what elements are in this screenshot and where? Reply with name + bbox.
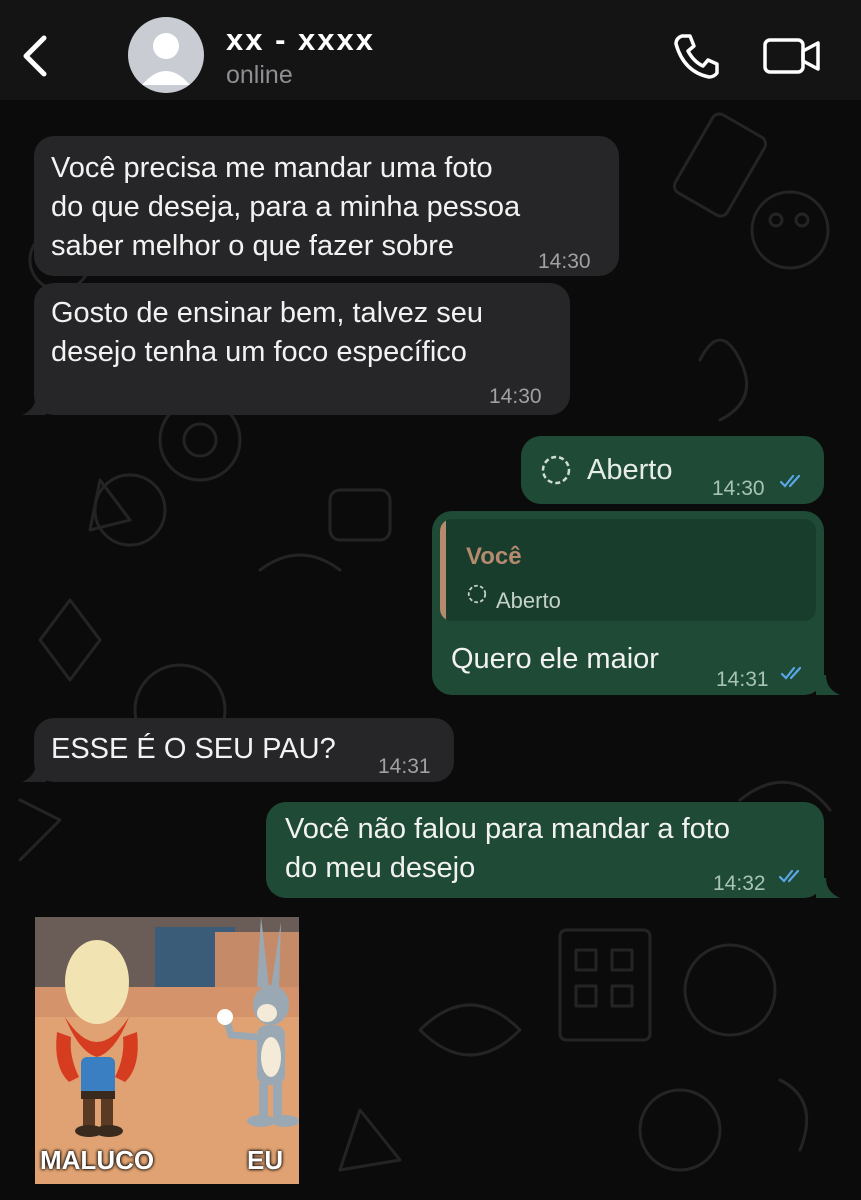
outgoing-message[interactable]: Aberto 14:30 xyxy=(521,436,824,504)
sticker-caption-right: EU xyxy=(247,1145,284,1175)
message-time: 14:31 xyxy=(716,668,769,691)
cartoon-illustration xyxy=(35,917,299,1184)
chat-area[interactable]: Você precisa me mandar uma foto do que d… xyxy=(0,100,861,1200)
incoming-message[interactable]: Gosto de ensinar bem, talvez seu desejo … xyxy=(34,283,570,415)
message-text: ESSE É O SEU PAU? xyxy=(51,733,336,765)
incoming-message[interactable]: ESSE É O SEU PAU? 14:31 xyxy=(34,718,454,782)
outgoing-message[interactable]: Você não falou para mandar a foto do meu… xyxy=(266,802,824,898)
message-time: 14:30 xyxy=(538,250,591,273)
avatar-placeholder-icon xyxy=(142,33,190,85)
avatar[interactable] xyxy=(128,17,204,93)
bubble-tail xyxy=(816,675,840,695)
double-check-icon xyxy=(780,666,802,680)
message-text: Aberto xyxy=(587,454,673,486)
contact-name[interactable]: xx - xxxx xyxy=(226,22,375,58)
bubble-tail xyxy=(816,878,840,898)
incoming-message[interactable]: Você precisa me mandar uma foto do que d… xyxy=(34,136,619,276)
message-time: 14:31 xyxy=(378,755,431,778)
sticker-image[interactable]: MALUCO EU xyxy=(35,917,299,1184)
double-check-icon xyxy=(778,869,800,883)
message-time: 14:32 xyxy=(713,872,766,895)
outgoing-message[interactable]: Você Aberto Quero ele maior 14:31 xyxy=(432,511,824,695)
chat-header: xx - xxxx online xyxy=(0,0,861,100)
sticker-caption-left: MALUCO xyxy=(40,1145,155,1175)
quote-author: Você xyxy=(466,543,522,570)
message-text: Você não falou para mandar a foto do meu… xyxy=(285,813,730,884)
message-text: Você precisa me mandar uma foto do que d… xyxy=(51,152,521,262)
quote-text: Aberto xyxy=(496,588,561,613)
message-time: 14:30 xyxy=(712,477,765,500)
quote-bar xyxy=(440,519,446,621)
message-text: Gosto de ensinar bem, talvez seu desejo … xyxy=(51,297,484,368)
message-time: 14:30 xyxy=(489,385,542,408)
view-once-icon[interactable] xyxy=(539,453,573,487)
view-once-icon xyxy=(467,584,487,604)
back-chevron-icon[interactable] xyxy=(14,26,54,86)
message-text: Quero ele maior xyxy=(451,643,659,675)
reply-quote[interactable]: Você Aberto xyxy=(440,519,816,621)
video-camera-icon[interactable] xyxy=(762,34,822,78)
double-check-icon xyxy=(779,474,801,488)
phone-icon[interactable] xyxy=(670,30,722,82)
contact-status: online xyxy=(226,61,293,89)
